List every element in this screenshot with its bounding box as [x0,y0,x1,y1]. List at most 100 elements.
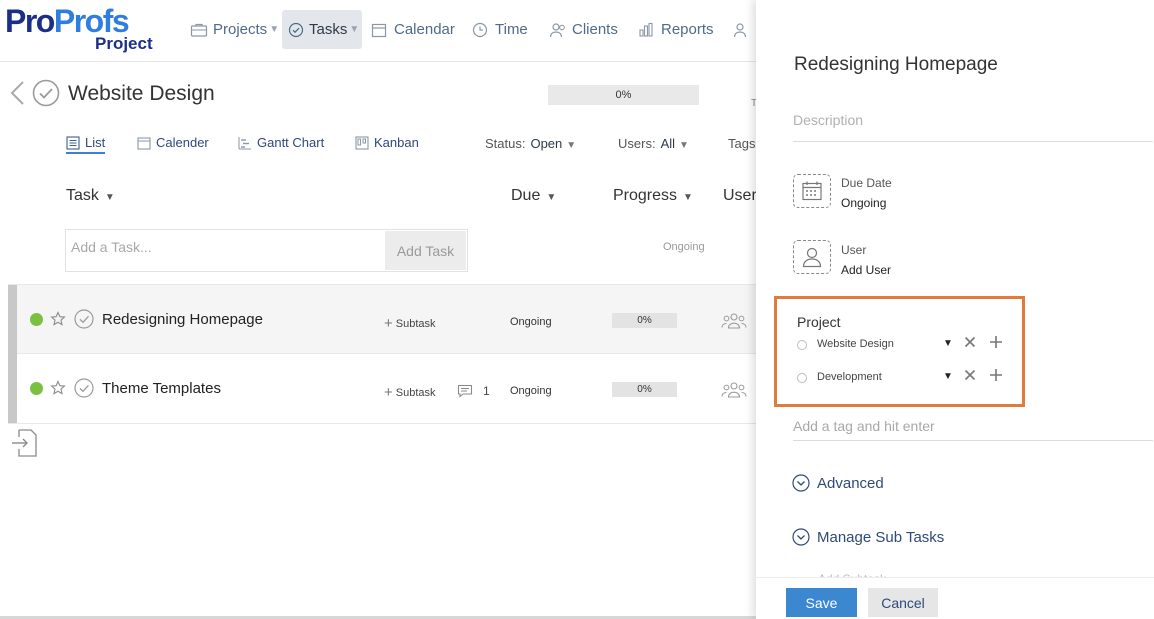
nav-reports-label: Reports [661,21,714,38]
tab-list[interactable]: List [66,135,106,154]
sort-caret-icon: ▼ [546,192,557,203]
plus-icon: + [384,384,393,401]
task-due: Ongoing [510,385,552,397]
dropdown-caret-icon[interactable]: ▼ [943,338,953,349]
advanced-label: Advanced [817,474,884,492]
plus-icon[interactable] [989,335,1003,349]
advanced-toggle[interactable]: Advanced [792,474,884,492]
due-date-label: Due Date [841,176,892,190]
due-date-value[interactable]: Ongoing [841,196,886,210]
add-subtask-button[interactable]: + Subtask [384,315,436,332]
project-radio[interactable] [797,373,807,383]
tab-calendar-label: Calender [156,135,209,150]
calendar-icon [137,136,151,150]
add-subtask-button[interactable]: + Subtask [384,384,436,401]
dropdown-caret-icon[interactable]: ▼ [943,371,953,382]
task-progress-bar: 0% [612,313,677,328]
add-user-link[interactable]: Add User [841,263,891,277]
tag-input[interactable] [793,411,1153,441]
nav-calendar[interactable]: Calendar [365,10,461,49]
tab-gantt-label: Gantt Chart [257,135,325,150]
project-select[interactable]: Development [817,371,882,383]
users-filter[interactable]: Users: All ▼ [618,136,689,151]
chevron-down-icon: ▼ [566,140,577,151]
manage-subtasks-label: Manage Sub Tasks [817,528,945,546]
table-row[interactable]: Theme Templates + Subtask 1 Ongoing 0% [8,354,756,424]
description-input[interactable] [793,110,1153,142]
due-date-picker[interactable] [793,174,831,208]
nav-tasks[interactable]: Tasks ▼ [282,10,362,49]
comment-icon[interactable] [457,384,473,398]
star-icon[interactable] [50,311,66,327]
nav-projects-label: Projects [213,21,268,38]
users-group-icon[interactable] [721,381,747,398]
clock-icon [472,22,490,38]
tags-filter[interactable]: Tags [728,136,755,151]
project-row: Website Design ▼ [797,335,1007,355]
chevron-down-icon: ▼ [679,140,689,151]
task-detail-panel: Redesigning Homepage Due Date Ongoing Us… [756,0,1154,619]
project-section: Project Website Design ▼ Development ▼ [774,296,1025,407]
add-task-box: Add Task [65,229,468,272]
close-icon[interactable] [963,368,977,382]
proprofs-logo[interactable]: ProProfs Project [5,3,160,55]
nav-reports[interactable]: Reports [632,10,720,49]
kanban-icon [355,135,369,150]
cancel-button[interactable]: Cancel [868,588,938,617]
tab-list-label: List [85,135,106,150]
star-icon[interactable] [50,380,66,396]
project-title: Website Design [68,82,215,105]
project-select[interactable]: Website Design [817,338,894,350]
task-name[interactable]: Redesigning Homepage [102,311,263,328]
row-accent-bar [8,354,17,423]
user-label: User [841,243,867,257]
ongoing-label: Ongoing [663,241,705,253]
column-header-progress[interactable]: Progress ▼ [613,187,693,205]
exit-icon[interactable] [10,428,38,458]
table-row[interactable]: Redesigning Homepage + Subtask Ongoing 0% [8,284,756,354]
add-task-button[interactable]: Add Task [385,231,466,270]
task-name[interactable]: Theme Templates [102,380,221,397]
row-accent-bar [8,285,17,354]
users-group-icon[interactable] [721,312,747,329]
project-row: Development ▼ [797,368,1007,388]
project-label: Project [797,314,841,330]
list-icon [66,135,80,150]
status-filter[interactable]: Status: Open ▼ [485,136,576,151]
project-complete-check-icon[interactable] [32,79,60,107]
chevron-down-icon: ▼ [269,24,280,35]
comment-count: 1 [483,384,490,398]
close-icon[interactable] [963,335,977,349]
briefcase-icon [190,22,208,38]
column-header-task[interactable]: Task ▼ [66,187,115,205]
nav-calendar-label: Calendar [394,21,455,38]
panel-footer: Save Cancel [756,577,1154,619]
task-check-icon[interactable] [74,378,94,398]
project-radio[interactable] [797,340,807,350]
nav-clients-label: Clients [572,21,618,38]
task-check-icon[interactable] [74,309,94,329]
nav-projects[interactable]: Projects ▼ [184,10,285,49]
plus-icon[interactable] [989,368,1003,382]
nav-clients[interactable]: Clients [543,10,624,49]
user-picker[interactable] [793,240,831,274]
tab-kanban[interactable]: Kanban [355,135,419,150]
plus-icon: + [384,315,393,332]
column-header-due[interactable]: Due ▼ [511,187,556,205]
back-chevron-icon[interactable] [8,80,26,106]
calendar-icon [371,22,389,38]
status-filter-label: Status: [485,136,526,151]
users-filter-label: Users: [618,136,656,151]
nav-time[interactable]: Time [466,10,534,49]
task-detail-title[interactable]: Redesigning Homepage [794,54,998,76]
tab-kanban-label: Kanban [374,135,419,150]
manage-subtasks-toggle[interactable]: Manage Sub Tasks [792,528,944,546]
tab-calendar[interactable]: Calender [137,135,209,150]
column-header-users[interactable]: User [723,187,757,205]
status-filter-value: Open [530,136,563,151]
chevron-down-circle-icon [792,528,810,546]
tab-gantt-chart[interactable]: Gantt Chart [238,135,324,150]
add-task-input[interactable] [71,239,371,255]
logo-project: Project [95,34,153,53]
save-button[interactable]: Save [786,588,857,617]
